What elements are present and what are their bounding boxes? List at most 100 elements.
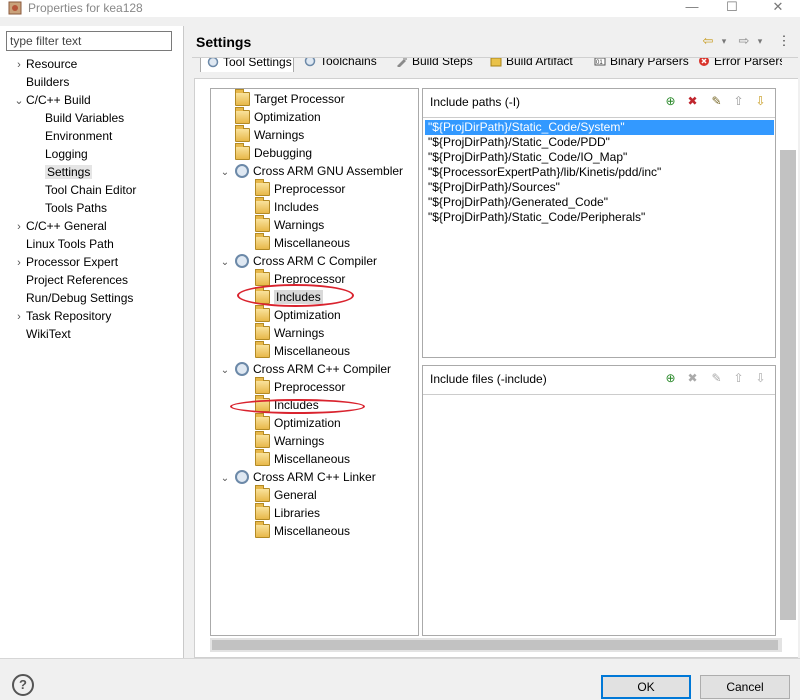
expanded-chevron-icon[interactable]: ⌄	[219, 164, 231, 182]
move-up-icon[interactable]: ⇧	[731, 94, 746, 109]
forward-menu-chevron-icon[interactable]: ▾	[752, 33, 768, 49]
tree-item[interactable]: Includes	[255, 197, 319, 216]
tab-build-steps[interactable]: Build Steps	[396, 58, 473, 72]
nav-item[interactable]: ⌄ C/C++ Build	[12, 91, 136, 109]
tree-item-label: Optimization	[274, 308, 341, 322]
collapsed-chevron-icon[interactable]: ›	[12, 308, 26, 326]
include-path-row[interactable]: "${ProjDirPath}/Static_Code/IO_Map"	[425, 150, 774, 165]
tree-item[interactable]: Debugging	[219, 143, 312, 162]
tree-item[interactable]: Miscellaneous	[255, 233, 350, 252]
tree-item-label: Optimization	[254, 110, 321, 124]
move-file-up-icon[interactable]: ⇧	[731, 371, 746, 386]
nav-item-label: Processor Expert	[26, 255, 119, 269]
nav-item[interactable]: Settings	[12, 163, 136, 181]
collapsed-chevron-icon[interactable]: ›	[12, 218, 26, 236]
view-menu-icon[interactable]: ⋮	[776, 33, 792, 49]
expanded-chevron-icon[interactable]: ⌄	[219, 254, 231, 272]
folder-icon	[255, 179, 270, 196]
include-path-row[interactable]: "${ProjDirPath}/Sources"	[425, 180, 774, 195]
tab-error-parsers[interactable]: Error Parsers	[698, 58, 782, 72]
add-path-icon[interactable]: ⊕	[663, 94, 678, 109]
filter-input[interactable]	[6, 31, 172, 51]
include-path-row[interactable]: "${ProjDirPath}/Static_Code/PDD"	[425, 135, 774, 150]
tree-item[interactable]: Preprocessor	[255, 179, 345, 198]
edit-file-icon[interactable]: ✎	[709, 371, 724, 386]
nav-item[interactable]: › C/C++ General	[12, 217, 136, 235]
tab-tool-settings[interactable]: Tool Settings	[200, 58, 294, 72]
ok-button[interactable]: OK	[601, 675, 691, 699]
nav-item[interactable]: Tools Paths	[12, 199, 136, 217]
edit-path-icon[interactable]: ✎	[709, 94, 724, 109]
collapsed-chevron-icon[interactable]: ›	[12, 56, 26, 74]
cancel-button[interactable]: Cancel	[700, 675, 790, 699]
panel-splitter[interactable]	[183, 26, 184, 658]
tree-item[interactable]: ⌄ Cross ARM C++ Linker	[219, 468, 376, 486]
tree-item[interactable]: Warnings	[219, 125, 304, 144]
tree-item-label: General	[274, 488, 317, 502]
include-path-row[interactable]: "${ProjDirPath}/Static_Code/System"	[425, 120, 774, 135]
tree-item[interactable]: ⌄ Cross ARM C Compiler	[219, 252, 377, 270]
delete-file-icon[interactable]: ✖	[685, 371, 700, 386]
tree-item[interactable]: Warnings	[255, 431, 324, 450]
minimize-button[interactable]: —	[672, 0, 712, 17]
include-paths-divider	[423, 117, 775, 118]
nav-item[interactable]: › Resource	[12, 55, 136, 73]
window-title: Properties for kea128	[28, 1, 143, 15]
tree-item[interactable]: Optimization	[255, 413, 341, 432]
expanded-chevron-icon[interactable]: ⌄	[219, 362, 231, 380]
nav-item[interactable]: Builders	[12, 73, 136, 91]
vertical-scrollbar[interactable]	[780, 150, 796, 620]
tree-item[interactable]: ⌄ Cross ARM GNU Assembler	[219, 162, 403, 180]
nav-item-label: Tools Paths	[45, 201, 108, 215]
tree-item[interactable]: Target Processor	[219, 89, 345, 108]
delete-path-icon[interactable]: ✖	[685, 94, 700, 109]
folder-icon	[255, 521, 270, 538]
tab-build-artifact[interactable]: Build Artifact	[490, 58, 573, 72]
nav-item[interactable]: Project References	[12, 271, 136, 289]
tree-item[interactable]: Miscellaneous	[255, 449, 350, 468]
include-path-row[interactable]: "${ProjDirPath}/Static_Code/Peripherals"	[425, 210, 774, 225]
tree-item[interactable]: Libraries	[255, 503, 320, 522]
back-menu-chevron-icon[interactable]: ▾	[716, 33, 732, 49]
nav-item[interactable]: Logging	[12, 145, 136, 163]
tree-item[interactable]: Warnings	[255, 323, 324, 342]
move-down-icon[interactable]: ⇩	[753, 94, 768, 109]
tab-strip: Tool Settings Toolchains Build Steps Bui…	[192, 58, 782, 78]
tree-item[interactable]: General	[255, 485, 317, 504]
help-button[interactable]: ?	[12, 674, 34, 696]
nav-item-label: Settings	[45, 165, 93, 179]
nav-item[interactable]: › Processor Expert	[12, 253, 136, 271]
expanded-chevron-icon[interactable]: ⌄	[12, 92, 26, 110]
tree-item[interactable]: Preprocessor	[255, 377, 345, 396]
add-file-icon[interactable]: ⊕	[663, 371, 678, 386]
tree-item[interactable]: Miscellaneous	[255, 341, 350, 360]
back-arrow-icon[interactable]: ⇦	[700, 33, 716, 49]
nav-item[interactable]: Environment	[12, 127, 136, 145]
nav-item[interactable]: Build Variables	[12, 109, 136, 127]
nav-item[interactable]: Tool Chain Editor	[12, 181, 136, 199]
nav-item[interactable]: Run/Debug Settings	[12, 289, 136, 307]
folder-icon	[255, 449, 270, 466]
tab-binary-parsers[interactable]: 01 Binary Parsers	[594, 58, 689, 72]
collapsed-chevron-icon[interactable]: ›	[12, 254, 26, 272]
close-button[interactable]: ✕	[758, 0, 798, 17]
horizontal-scroll-thumb[interactable]	[212, 640, 778, 650]
move-file-down-icon[interactable]: ⇩	[753, 371, 768, 386]
tree-item[interactable]: Optimization	[255, 305, 341, 324]
nav-item[interactable]: › Task Repository	[12, 307, 136, 325]
forward-arrow-icon[interactable]: ⇨	[736, 33, 752, 49]
expanded-chevron-icon[interactable]: ⌄	[219, 470, 231, 488]
include-files-panel: Include files (-include) ⊕ ✖ ✎ ⇧ ⇩	[422, 365, 776, 636]
tree-item[interactable]: Miscellaneous	[255, 521, 350, 540]
include-path-row[interactable]: "${ProcessorExpertPath}/lib/Kinetis/pdd/…	[425, 165, 774, 180]
tab-toolchains[interactable]: Toolchains	[304, 58, 377, 72]
nav-item[interactable]: Linux Tools Path	[12, 235, 136, 253]
nav-item-label: Build Variables	[45, 111, 125, 125]
tree-item[interactable]: ⌄ Cross ARM C++ Compiler	[219, 360, 391, 378]
nav-item[interactable]: WikiText	[12, 325, 136, 343]
tree-item[interactable]: Warnings	[255, 215, 324, 234]
toolchains-icon	[304, 58, 316, 67]
include-path-row[interactable]: "${ProjDirPath}/Generated_Code"	[425, 195, 774, 210]
maximize-button[interactable]: ☐	[712, 0, 752, 17]
tree-item[interactable]: Optimization	[219, 107, 321, 126]
